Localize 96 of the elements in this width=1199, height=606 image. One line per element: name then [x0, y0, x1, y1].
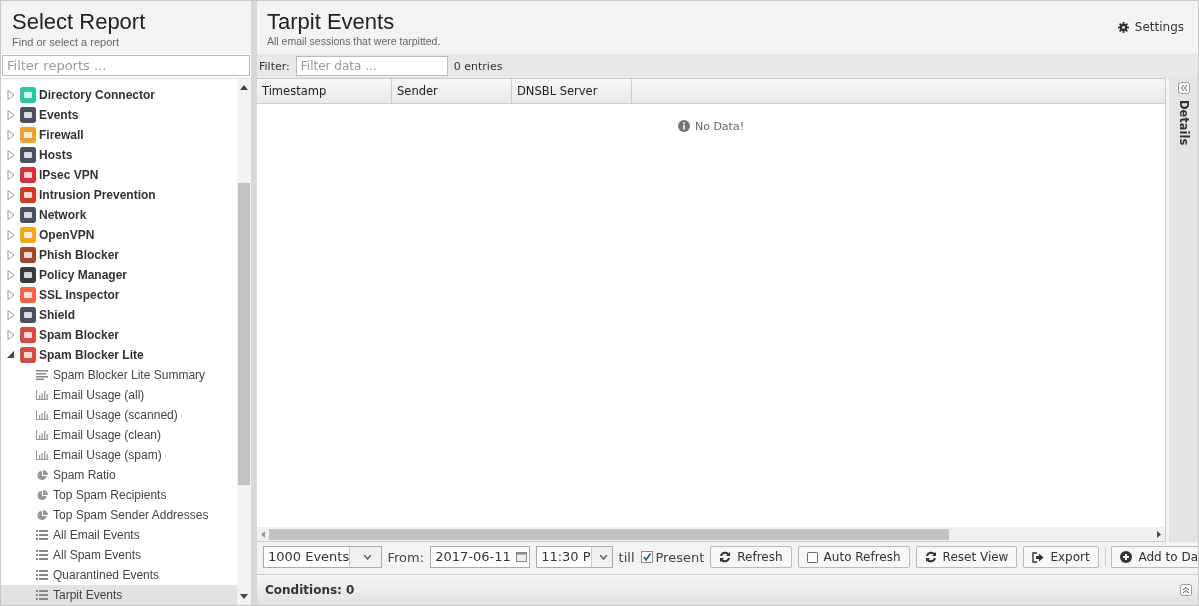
collapse-arrow-icon[interactable] [6, 350, 16, 360]
expand-arrow-icon[interactable] [6, 170, 16, 180]
conditions-bar: Conditions: 0 [257, 574, 1198, 605]
report-item[interactable]: Top Spam Recipients [1, 485, 237, 505]
expand-arrow-icon[interactable] [6, 290, 16, 300]
category-item[interactable]: Hosts [39, 148, 73, 162]
time-dropdown[interactable]: 11:30 P [536, 546, 613, 568]
pie-chart-icon [36, 509, 48, 521]
lines-icon [36, 370, 48, 380]
present-label: Present [655, 549, 705, 565]
category-item[interactable]: Directory Connector [39, 88, 156, 102]
toolbar-button[interactable]: Export [1023, 546, 1099, 568]
bar-chart-icon [36, 430, 48, 440]
panel-title: Select Report [12, 9, 146, 35]
add-icon [1120, 551, 1133, 563]
settings-icon [1117, 21, 1129, 33]
category-item[interactable]: Spam Blocker [39, 328, 120, 342]
report-item[interactable]: Email Usage (all) [1, 385, 237, 405]
expand-arrow-icon[interactable] [6, 190, 16, 200]
report-item[interactable]: Spam Blocker Lite Summary [1, 365, 237, 385]
export-icon [1032, 551, 1045, 563]
report-item[interactable]: All Email Events [1, 525, 237, 545]
column-header[interactable]: DNSBL Server [512, 79, 632, 103]
bar-chart-icon [36, 410, 48, 420]
report-item[interactable]: Email Usage (spam) [1, 445, 237, 465]
scroll-up-icon[interactable] [240, 85, 248, 90]
pie-chart-icon [36, 469, 48, 481]
scroll-right-icon[interactable] [1157, 530, 1161, 538]
event-limit-dropdown[interactable]: 1000 Events [263, 546, 382, 568]
settings-button[interactable]: Settings [1117, 20, 1184, 34]
filter-label: Filter: [259, 59, 290, 73]
checked-checkbox[interactable] [640, 551, 653, 563]
calendar-icon[interactable] [516, 552, 528, 562]
scroll-left-icon[interactable] [261, 530, 265, 538]
list-icon [36, 570, 48, 580]
category-item[interactable]: OpenVPN [39, 228, 95, 242]
report-item[interactable]: Spam Ratio [1, 465, 237, 485]
list-icon [36, 530, 48, 540]
from-label: From: [387, 549, 425, 565]
category-item[interactable]: Network [39, 208, 87, 222]
expand-arrow-icon[interactable] [6, 270, 16, 280]
refresh-icon [719, 551, 732, 563]
report-title: Tarpit Events [267, 9, 395, 35]
category-item[interactable]: Intrusion Prevention [39, 188, 156, 202]
refresh-icon [924, 551, 937, 563]
category-item[interactable]: IPsec VPN [39, 168, 99, 182]
vertical-scrollbar[interactable] [237, 79, 251, 605]
entries-count: 0 entries [453, 59, 503, 73]
report-item[interactable]: Quarantined Events [1, 565, 237, 585]
toolbar-button[interactable]: Auto Refresh [797, 546, 910, 568]
details-panel[interactable]: Details [1169, 78, 1198, 542]
expand-arrow-icon[interactable] [6, 130, 16, 140]
expand-arrow-icon[interactable] [6, 330, 16, 340]
category-item[interactable]: Policy Manager [39, 268, 128, 282]
no-data-message: No Data! [677, 118, 745, 134]
expand-arrow-icon[interactable] [6, 210, 16, 220]
toolbar-button[interactable]: Refresh [710, 546, 792, 568]
expand-arrow-icon[interactable] [6, 250, 16, 260]
category-item[interactable]: Shield [39, 308, 75, 322]
list-icon [36, 550, 48, 560]
column-header[interactable]: Sender [392, 79, 512, 103]
expand-arrow-icon[interactable] [6, 150, 16, 160]
category-item[interactable]: Spam Blocker Lite [39, 348, 144, 362]
date-field[interactable]: 2017-06-11 [430, 546, 531, 568]
info-icon [677, 120, 690, 132]
expand-panel-icon[interactable] [1178, 82, 1190, 94]
report-item[interactable]: All Spam Events [1, 545, 237, 565]
category-item[interactable]: Events [39, 108, 79, 122]
report-item[interactable]: Tarpit Events [1, 585, 237, 605]
expand-arrow-icon[interactable] [6, 90, 16, 100]
expand-arrow-icon[interactable] [6, 230, 16, 240]
report-item[interactable]: Top Spam Sender Addresses [1, 505, 237, 525]
category-item[interactable]: Phish Blocker [39, 248, 120, 262]
report-item[interactable]: Email Usage (scanned) [1, 405, 237, 425]
expand-arrow-icon[interactable] [6, 310, 16, 320]
expand-arrow-icon[interactable] [6, 110, 16, 120]
caret-icon [600, 554, 608, 560]
toolbar-button[interactable]: Add to Da [1111, 546, 1198, 568]
bar-chart-icon [36, 450, 48, 460]
list-icon [36, 590, 48, 600]
filter-reports-field[interactable]: Filter reports ... [2, 55, 250, 76]
report-subtitle: All email sessions that were tarpitted. [267, 35, 441, 47]
report-item[interactable]: Email Usage (clean) [1, 425, 237, 445]
caret-icon [363, 554, 371, 560]
till-label: till [618, 549, 635, 565]
pie-chart-icon [36, 489, 48, 501]
category-item[interactable]: SSL Inspector [39, 288, 120, 302]
filter-data-field[interactable]: Filter data ... [295, 56, 448, 76]
panel-subtitle: Find or select a report [12, 36, 119, 48]
toolbar-button[interactable]: Reset View [915, 546, 1018, 568]
column-header[interactable]: Timestamp [257, 79, 392, 103]
expand-up-icon[interactable] [1180, 584, 1192, 596]
bar-chart-icon [36, 390, 48, 400]
horizontal-scrollbar[interactable] [257, 527, 1165, 541]
category-item[interactable]: Firewall [39, 128, 84, 142]
scroll-down-icon[interactable] [240, 594, 248, 599]
